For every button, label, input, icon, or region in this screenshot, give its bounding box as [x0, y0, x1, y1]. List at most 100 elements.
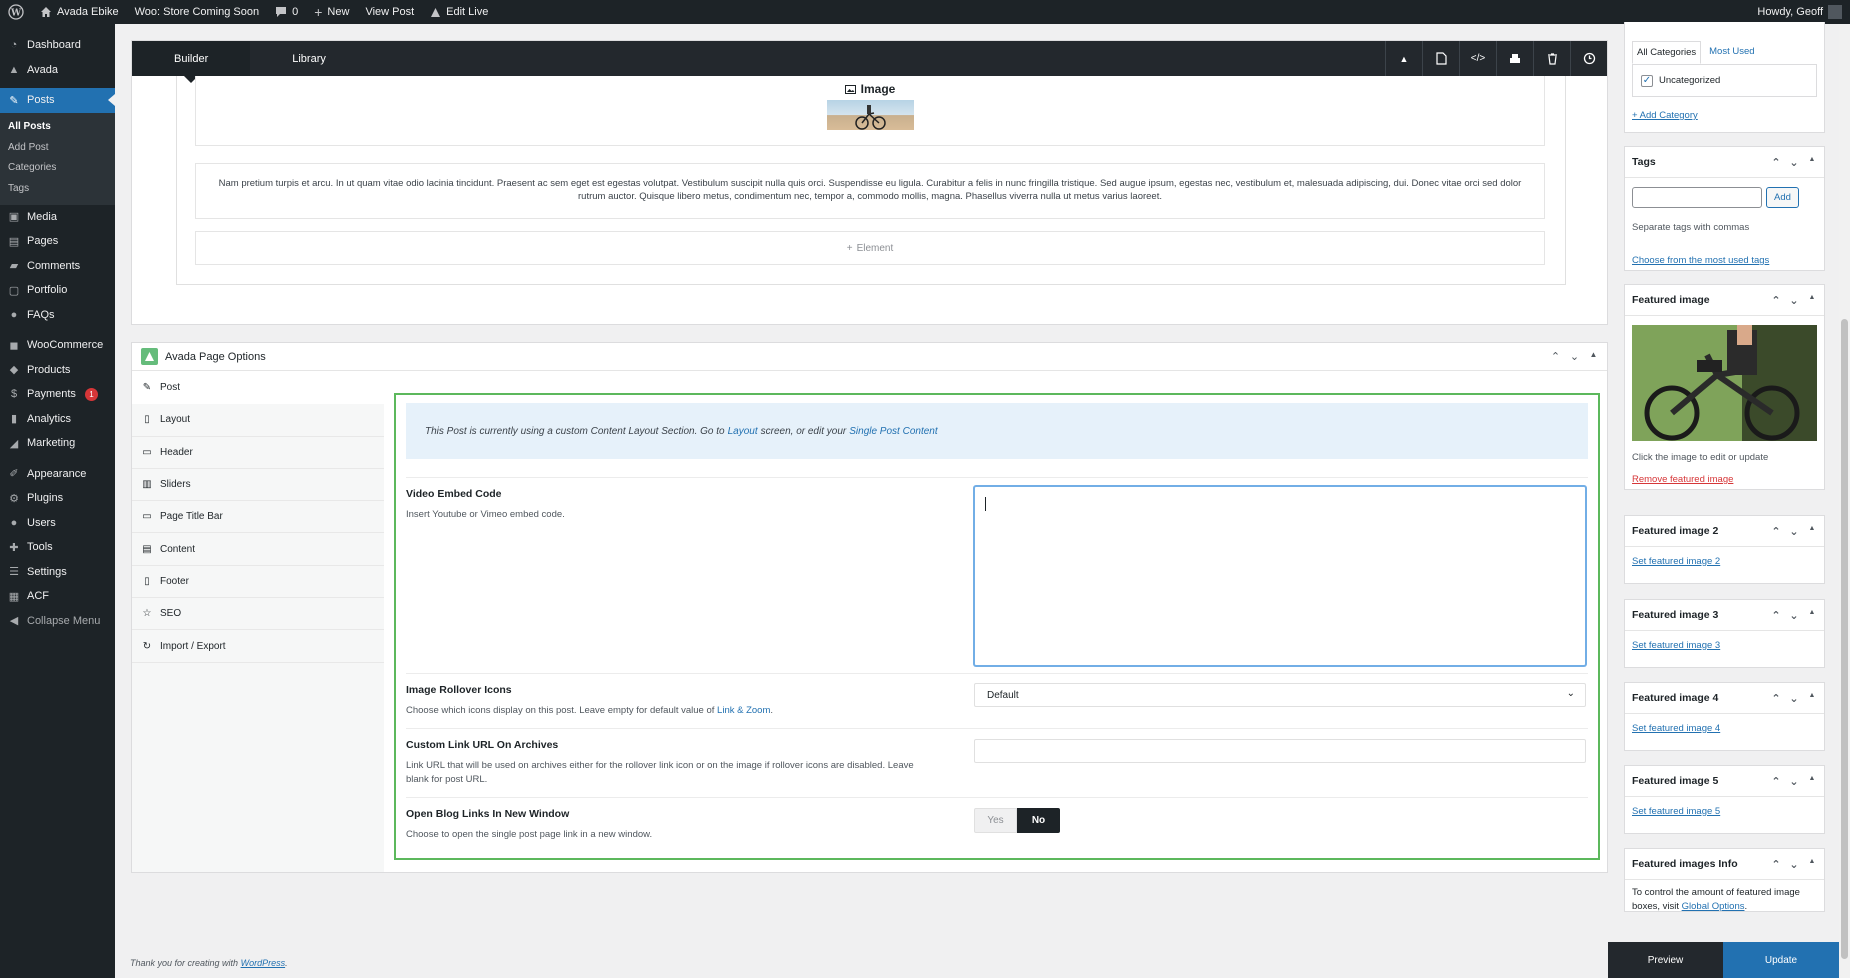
- update-button[interactable]: Update: [1723, 942, 1839, 978]
- image-rollover-select[interactable]: Default ⌄: [974, 683, 1586, 707]
- caret-up-icon[interactable]: ▲: [1586, 350, 1601, 363]
- menu-acf[interactable]: ▦ ACF: [0, 584, 115, 609]
- chevron-down-icon[interactable]: ⌄: [1786, 775, 1802, 788]
- chevron-up-icon[interactable]: ⌃: [1768, 609, 1784, 622]
- menu-collapse[interactable]: ◀ Collapse Menu: [0, 609, 115, 634]
- menu-comments[interactable]: ▰ Comments: [0, 254, 115, 279]
- menu-woocommerce[interactable]: ◼ WooCommerce: [0, 333, 115, 358]
- caret-up-icon[interactable]: ▲: [1804, 692, 1820, 705]
- store-notice-link[interactable]: Woo: Store Coming Soon: [127, 0, 268, 24]
- choose-tags-link[interactable]: Choose from the most used tags: [1632, 255, 1769, 266]
- menu-faqs[interactable]: ● FAQs: [0, 303, 115, 328]
- tab-page-title-bar[interactable]: ▭ Page Title Bar: [132, 501, 384, 534]
- toggle-yes-button[interactable]: Yes: [974, 808, 1017, 833]
- caret-up-icon[interactable]: ▲: [1804, 294, 1820, 307]
- chevron-up-icon[interactable]: ⌃: [1768, 858, 1784, 871]
- save-button[interactable]: [1496, 41, 1533, 76]
- edit-live-link[interactable]: Edit Live: [422, 0, 496, 24]
- chevron-down-icon[interactable]: ⌄: [1567, 350, 1582, 363]
- menu-posts[interactable]: ✎ Posts: [0, 88, 115, 113]
- page-options-header[interactable]: Avada Page Options ⌃ ⌄ ▲: [132, 343, 1607, 371]
- collapse-builder-button[interactable]: ▲: [1385, 41, 1422, 76]
- chevron-up-icon[interactable]: ⌃: [1768, 525, 1784, 538]
- featured-image-4-header[interactable]: Featured image 4 ⌃ ⌄ ▲: [1625, 683, 1824, 714]
- custom-link-input[interactable]: [974, 739, 1586, 763]
- tab-layout[interactable]: ▯ Layout: [132, 404, 384, 437]
- featured-image-3-header[interactable]: Featured image 3 ⌃ ⌄ ▲: [1625, 600, 1824, 631]
- wordpress-link[interactable]: WordPress: [241, 958, 286, 968]
- code-button[interactable]: </>: [1459, 41, 1496, 76]
- featured-image-2-header[interactable]: Featured image 2 ⌃ ⌄ ▲: [1625, 516, 1824, 547]
- tag-input[interactable]: [1632, 187, 1762, 208]
- add-tag-button[interactable]: Add: [1766, 187, 1799, 208]
- history-button[interactable]: [1570, 41, 1607, 76]
- featured-image-thumbnail[interactable]: [1632, 325, 1817, 441]
- video-embed-textarea[interactable]: [974, 486, 1586, 666]
- tab-footer[interactable]: ▯ Footer: [132, 565, 384, 599]
- tab-sliders[interactable]: ▥ Sliders: [132, 468, 384, 502]
- menu-settings[interactable]: ☰ Settings: [0, 560, 115, 585]
- submenu-tags[interactable]: Tags: [0, 178, 115, 199]
- submenu-categories[interactable]: Categories: [0, 158, 115, 179]
- caret-up-icon[interactable]: ▲: [1804, 156, 1820, 169]
- chevron-down-icon[interactable]: ⌄: [1786, 692, 1802, 705]
- menu-appearance[interactable]: ✐ Appearance: [0, 462, 115, 487]
- set-featured-image-3-link[interactable]: Set featured image 3: [1632, 640, 1720, 651]
- featured-image-header[interactable]: Featured image ⌃ ⌄ ▲: [1625, 285, 1824, 316]
- set-featured-image-5-link[interactable]: Set featured image 5: [1632, 806, 1720, 817]
- tab-content[interactable]: ▤ Content: [132, 533, 384, 566]
- menu-tools[interactable]: ✚ Tools: [0, 535, 115, 560]
- scrollbar-thumb[interactable]: [1841, 319, 1848, 959]
- caret-up-icon[interactable]: ▲: [1804, 525, 1820, 538]
- caret-up-icon[interactable]: ▲: [1804, 609, 1820, 622]
- layout-link[interactable]: Layout: [728, 426, 758, 437]
- chevron-up-icon[interactable]: ⌃: [1768, 692, 1784, 705]
- toggle-no-button[interactable]: No: [1017, 808, 1060, 833]
- add-element-button[interactable]: + Element: [195, 231, 1545, 265]
- new-content-link[interactable]: + New: [306, 0, 357, 24]
- menu-portfolio[interactable]: ▢ Portfolio: [0, 278, 115, 303]
- site-name-link[interactable]: Avada Ebike: [32, 0, 127, 24]
- menu-analytics[interactable]: ▮ Analytics: [0, 407, 115, 432]
- comments-link[interactable]: 0: [267, 0, 306, 24]
- view-post-link[interactable]: View Post: [357, 0, 422, 24]
- caret-up-icon[interactable]: ▲: [1804, 775, 1820, 788]
- menu-dashboard[interactable]: ◔ Dashboard: [0, 33, 115, 58]
- featured-images-info-header[interactable]: Featured images Info ⌃ ⌄ ▲: [1625, 849, 1824, 880]
- featured-image-5-header[interactable]: Featured image 5 ⌃ ⌄ ▲: [1625, 766, 1824, 797]
- tab-import-export[interactable]: ↻ Import / Export: [132, 630, 384, 663]
- set-featured-image-2-link[interactable]: Set featured image 2: [1632, 556, 1720, 567]
- tab-header[interactable]: ▭ Header: [132, 436, 384, 469]
- tab-most-used[interactable]: Most Used: [1701, 41, 1758, 64]
- chevron-down-icon[interactable]: ⌄: [1786, 609, 1802, 622]
- preview-button[interactable]: Preview: [1608, 942, 1723, 978]
- chevron-up-icon[interactable]: ⌃: [1548, 350, 1563, 363]
- chevron-up-icon[interactable]: ⌃: [1768, 775, 1784, 788]
- user-account-link[interactable]: Howdy, Geoff: [1749, 0, 1850, 24]
- page-template-button[interactable]: [1422, 41, 1459, 76]
- global-options-link[interactable]: Global Options: [1682, 901, 1745, 912]
- tags-header[interactable]: Tags ⌃ ⌄ ▲: [1625, 147, 1824, 178]
- chevron-down-icon[interactable]: ⌄: [1786, 294, 1802, 307]
- tab-all-categories[interactable]: All Categories: [1632, 41, 1702, 64]
- submenu-all-posts[interactable]: All Posts: [0, 117, 115, 138]
- menu-avada[interactable]: ▲ Avada: [0, 58, 115, 83]
- menu-media[interactable]: ▣ Media: [0, 205, 115, 230]
- page-scrollbar[interactable]: [1839, 24, 1850, 978]
- add-category-link[interactable]: + Add Category: [1632, 110, 1698, 121]
- menu-products[interactable]: ◆ Products: [0, 358, 115, 383]
- menu-marketing[interactable]: ◢ Marketing: [0, 431, 115, 456]
- delete-button[interactable]: [1533, 41, 1570, 76]
- chevron-up-icon[interactable]: ⌃: [1768, 156, 1784, 169]
- chevron-down-icon[interactable]: ⌄: [1786, 156, 1802, 169]
- menu-users[interactable]: ● Users: [0, 511, 115, 536]
- checkbox-checked-icon[interactable]: ✓: [1641, 74, 1653, 87]
- set-featured-image-4-link[interactable]: Set featured image 4: [1632, 723, 1720, 734]
- tab-builder[interactable]: Builder: [132, 41, 251, 83]
- remove-featured-image-link[interactable]: Remove featured image: [1632, 474, 1733, 485]
- tab-library[interactable]: Library: [250, 41, 368, 76]
- tab-post[interactable]: ✎ Post: [132, 372, 384, 405]
- chevron-down-icon[interactable]: ⌄: [1786, 525, 1802, 538]
- menu-pages[interactable]: ▤ Pages: [0, 229, 115, 254]
- menu-payments[interactable]: $ Payments 1: [0, 382, 115, 407]
